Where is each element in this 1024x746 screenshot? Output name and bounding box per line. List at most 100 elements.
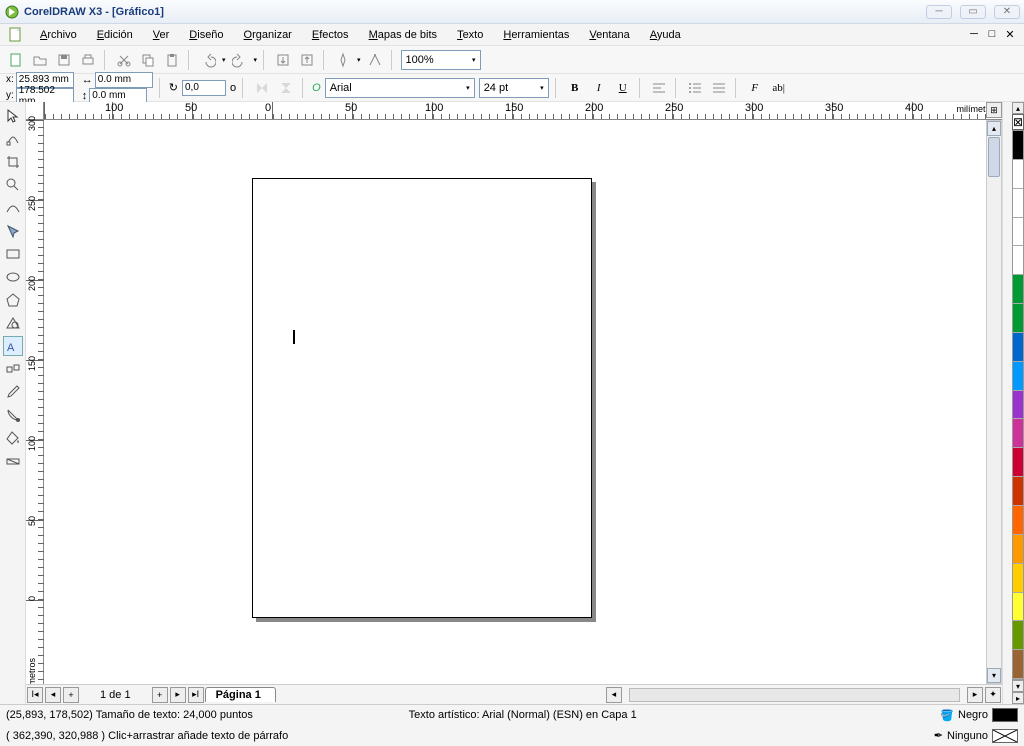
freehand-tool[interactable] [3, 198, 23, 218]
welcome-button[interactable] [365, 50, 385, 70]
italic-button[interactable]: I [589, 78, 609, 98]
color-swatch[interactable] [1013, 362, 1023, 391]
color-swatch[interactable] [1013, 650, 1023, 679]
color-swatch[interactable] [1013, 593, 1023, 622]
scroll-thumb[interactable] [988, 137, 1000, 177]
new-button[interactable] [6, 50, 26, 70]
color-swatch[interactable] [1013, 246, 1023, 275]
color-swatch[interactable] [1013, 275, 1023, 304]
save-button[interactable] [54, 50, 74, 70]
redo-dropdown[interactable]: ▾ [254, 56, 258, 64]
mirror-v-button[interactable] [276, 78, 296, 98]
hscroll-right[interactable]: ▸ [967, 687, 983, 703]
char-format-button[interactable]: F [745, 78, 765, 98]
undo-button[interactable] [198, 50, 218, 70]
no-color-swatch[interactable]: ⊠ [1012, 114, 1024, 130]
color-swatch[interactable] [1013, 477, 1023, 506]
page-tab[interactable]: Página 1 [205, 687, 276, 702]
export-button[interactable] [297, 50, 317, 70]
maximize-button[interactable]: ▭ [960, 5, 986, 19]
horizontal-scrollbar[interactable] [629, 688, 960, 702]
shape-tool[interactable] [3, 129, 23, 149]
mdi-close[interactable]: ✕ [1002, 28, 1018, 41]
cut-button[interactable] [114, 50, 134, 70]
text-tool[interactable]: A [3, 336, 23, 356]
dropcap-button[interactable] [709, 78, 729, 98]
scroll-up-icon[interactable]: ▴ [987, 121, 1001, 136]
menu-diseno[interactable]: Diseño [179, 27, 233, 43]
page[interactable] [252, 178, 592, 618]
color-swatch[interactable] [1013, 419, 1023, 448]
next-page-button[interactable]: ▸ [170, 687, 186, 703]
open-button[interactable] [30, 50, 50, 70]
blend-tool[interactable] [3, 359, 23, 379]
crop-tool[interactable] [3, 152, 23, 172]
palette-scroll-down[interactable]: ▾ [1012, 680, 1024, 692]
menu-efectos[interactable]: Efectos [302, 27, 359, 43]
mdi-restore[interactable]: □ [984, 28, 1000, 41]
menu-ventana[interactable]: Ventana [579, 27, 639, 43]
color-swatch[interactable] [1013, 160, 1023, 189]
color-swatch[interactable] [1013, 218, 1023, 247]
color-swatch[interactable] [1013, 564, 1023, 593]
color-swatch[interactable] [1013, 621, 1023, 650]
fill-tool[interactable] [3, 428, 23, 448]
color-swatch[interactable] [1013, 391, 1023, 420]
add-page-before-button[interactable]: + [63, 687, 79, 703]
minimize-button[interactable]: ─ [926, 5, 952, 19]
horizontal-ruler[interactable]: 0 100 50 0 50 100 150 200 250 300 350 40… [44, 102, 1002, 120]
palette-flyout[interactable]: ▸ [1012, 692, 1024, 704]
prev-page-button[interactable]: ◂ [45, 687, 61, 703]
menu-ver[interactable]: Ver [143, 27, 180, 43]
print-button[interactable] [78, 50, 98, 70]
color-swatch[interactable] [1013, 131, 1023, 160]
color-swatch[interactable] [1013, 333, 1023, 362]
width-input[interactable]: 0.0 mm [95, 72, 153, 88]
pick-tool[interactable] [3, 106, 23, 126]
last-page-button[interactable]: ▸I [188, 687, 204, 703]
close-button[interactable]: ✕ [994, 5, 1020, 19]
drawing-canvas[interactable] [44, 120, 1002, 704]
outline-preview[interactable] [992, 729, 1018, 743]
first-page-button[interactable]: I◂ [27, 687, 43, 703]
rectangle-tool[interactable] [3, 244, 23, 264]
menu-archivo[interactable]: Archivo [30, 27, 87, 43]
fill-preview[interactable] [992, 708, 1018, 722]
bold-button[interactable]: B [565, 78, 585, 98]
zoom-combo[interactable]: 100% ▾ [401, 50, 481, 70]
bullets-button[interactable] [685, 78, 705, 98]
polygon-tool[interactable] [3, 290, 23, 310]
copy-button[interactable] [138, 50, 158, 70]
menu-herramientas[interactable]: Herramientas [493, 27, 579, 43]
align-button[interactable] [649, 78, 669, 98]
scroll-down-icon[interactable]: ▾ [987, 668, 1001, 683]
basicshapes-tool[interactable] [3, 313, 23, 333]
vertical-ruler[interactable]: 300 250 200 150 100 50 0 milímetros [26, 120, 44, 704]
underline-button[interactable]: U [613, 78, 633, 98]
eyedropper-tool[interactable] [3, 382, 23, 402]
menu-texto[interactable]: Texto [447, 27, 493, 43]
palette-scroll-up[interactable]: ▴ [1012, 102, 1024, 114]
menu-ayuda[interactable]: Ayuda [640, 27, 691, 43]
color-swatch[interactable] [1013, 189, 1023, 218]
hscroll-left[interactable]: ◂ [606, 687, 622, 703]
smartfill-tool[interactable] [3, 221, 23, 241]
menu-mapas[interactable]: Mapas de bits [359, 27, 448, 43]
redo-button[interactable] [230, 50, 250, 70]
color-swatch[interactable] [1013, 535, 1023, 564]
color-swatch[interactable] [1013, 506, 1023, 535]
zoom-tool[interactable] [3, 175, 23, 195]
add-page-after-button[interactable]: + [152, 687, 168, 703]
menu-edicion[interactable]: Edición [87, 27, 143, 43]
menu-organizar[interactable]: Organizar [234, 27, 302, 43]
undo-dropdown[interactable]: ▾ [222, 56, 226, 64]
mirror-h-button[interactable] [252, 78, 272, 98]
launch-dropdown[interactable]: ▾ [357, 56, 361, 64]
vertical-scrollbar[interactable]: ▴ ▾ [986, 120, 1002, 684]
launch-button[interactable] [333, 50, 353, 70]
color-swatch[interactable] [1013, 304, 1023, 333]
rotation-input[interactable]: 0,0 [182, 80, 226, 96]
ellipse-tool[interactable] [3, 267, 23, 287]
ruler-options-button[interactable]: ⊞ [986, 102, 1002, 118]
edit-text-button[interactable]: ab| [769, 78, 789, 98]
